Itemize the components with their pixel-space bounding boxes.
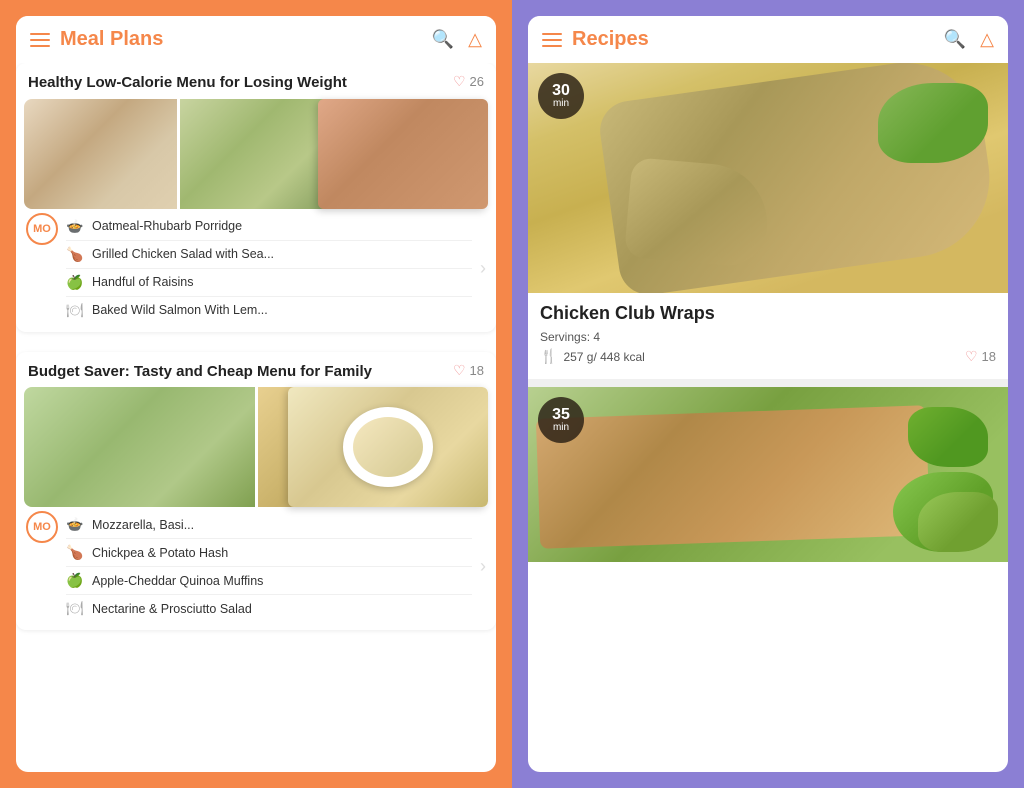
meal-item-2-2: 🍗 Chickpea & Potato Hash xyxy=(66,539,472,567)
meal-plan-1-list-row: MO 🍲 Oatmeal-Rhubarb Porridge 🍗 Grilled … xyxy=(16,209,496,332)
meal-plan-2-images xyxy=(24,387,488,507)
search-icon[interactable]: 🔍 xyxy=(432,29,454,50)
recipe-1-meta-row: 🍴 257 g/ 448 kcal ♡ 18 xyxy=(540,348,996,365)
meal-item-1-4: 🍽 Baked Wild Salmon With Lem... xyxy=(66,297,472,324)
recipes-title: Recipes xyxy=(572,28,944,51)
right-panel: Recipes 🔍 △ 30 min xyxy=(512,0,1024,788)
bowl-icon-2: 🍲 xyxy=(66,516,84,533)
heart-icon-1: ♡ xyxy=(453,73,466,90)
recipe-1-time-overlay: 30 min xyxy=(538,73,584,119)
recipe-1-stats: 🍴 257 g/ 448 kcal xyxy=(540,348,645,365)
meal-plan-2-list-row: MO 🍲 Mozzarella, Basi... 🍗 Chickpea & Po… xyxy=(16,507,496,630)
recipes-app-card: Recipes 🔍 △ 30 min xyxy=(528,16,1008,772)
meal-plans-app-card: Meal Plans 🔍 △ Healthy Low-Calorie Menu … xyxy=(16,16,496,772)
meal-plan-1-images xyxy=(24,99,488,209)
hamburger-menu-icon[interactable] xyxy=(30,33,50,47)
recipe-card-1[interactable]: 30 min 30 min Chicken Club Wraps xyxy=(528,63,1008,375)
recipes-search-icon[interactable]: 🔍 xyxy=(944,29,966,50)
recipe-1-title: Chicken Club Wraps xyxy=(540,303,996,324)
header-action-icons: 🔍 △ xyxy=(432,29,482,50)
chicken-food-image: 35 min xyxy=(528,387,1008,562)
heart-icon-2: ♡ xyxy=(453,362,466,379)
meal-plan-1-likes: ♡ 26 xyxy=(453,73,484,90)
fish-icon-1: 🍽 xyxy=(66,302,84,319)
meal-plan-2-title: Budget Saver: Tasty and Cheap Menu for F… xyxy=(28,362,453,382)
recipe-1-like: ♡ 18 xyxy=(965,348,996,365)
meal-plan-2-header: Budget Saver: Tasty and Cheap Menu for F… xyxy=(16,352,496,388)
day-badge-2: MO xyxy=(26,511,58,543)
chevron-right-icon-2: › xyxy=(480,556,486,577)
overlap-image-1 xyxy=(318,99,488,209)
meal-plan-card-2[interactable]: Budget Saver: Tasty and Cheap Menu for F… xyxy=(16,352,496,631)
sandwich-image xyxy=(180,99,333,209)
chicken-icon-1: 🍗 xyxy=(66,246,84,263)
meal-plan-1-items: 🍲 Oatmeal-Rhubarb Porridge 🍗 Grilled Chi… xyxy=(66,213,472,324)
meal-plan-1-title: Healthy Low-Calorie Menu for Losing Weig… xyxy=(28,73,453,93)
meal-plan-2-items: 🍲 Mozzarella, Basi... 🍗 Chickpea & Potat… xyxy=(66,511,472,622)
recipes-header: Recipes 🔍 △ xyxy=(528,16,1008,63)
recipes-filter-icon[interactable]: △ xyxy=(980,29,994,50)
recipe-1-heart-icon: ♡ xyxy=(965,348,978,365)
apple-icon-1: 🍏 xyxy=(66,274,84,291)
meal-plans-scroll: Healthy Low-Calorie Menu for Losing Weig… xyxy=(16,63,496,772)
day-badge-1: MO xyxy=(26,213,58,245)
filter-icon[interactable]: △ xyxy=(468,29,482,50)
left-panel: Meal Plans 🔍 △ Healthy Low-Calorie Menu … xyxy=(0,0,512,788)
oatmeal-image xyxy=(24,99,177,209)
recipes-hamburger-icon[interactable] xyxy=(542,33,562,47)
recipe-1-info: Chicken Club Wraps Servings: 4 🍴 257 g/ … xyxy=(528,293,1008,375)
recipe-card-2[interactable]: 35 min xyxy=(528,387,1008,562)
recipe-2-time-badge: 35 min xyxy=(538,397,584,443)
chevron-right-icon-1: › xyxy=(480,258,486,279)
meal-plans-title: Meal Plans xyxy=(60,28,432,51)
salad-image xyxy=(24,387,255,507)
apple-icon-2: 🍏 xyxy=(66,572,84,589)
meal-plans-header: Meal Plans 🔍 △ xyxy=(16,16,496,63)
recipe-divider xyxy=(528,379,1008,387)
meal-item-2-1: 🍲 Mozzarella, Basi... xyxy=(66,511,472,539)
meal-plan-card-1[interactable]: Healthy Low-Calorie Menu for Losing Weig… xyxy=(16,63,496,332)
chicken-icon-2: 🍗 xyxy=(66,544,84,561)
recipe-1-servings: Servings: 4 xyxy=(540,330,996,344)
wrap-food-image: 30 min 30 min xyxy=(528,63,1008,293)
meal-item-1-1: 🍲 Oatmeal-Rhubarb Porridge xyxy=(66,213,472,241)
meal-item-1-3: 🍏 Handful of Raisins xyxy=(66,269,472,297)
recipes-scroll: 30 min 30 min Chicken Club Wraps xyxy=(528,63,1008,772)
meal-item-2-3: 🍏 Apple-Cheddar Quinoa Muffins xyxy=(66,567,472,595)
fork-icon-1: 🍴 xyxy=(540,348,557,365)
meal-plan-1-header: Healthy Low-Calorie Menu for Losing Weig… xyxy=(16,63,496,99)
meal-plan-2-likes: ♡ 18 xyxy=(453,362,484,379)
fish-icon-2: 🍽 xyxy=(66,600,84,617)
bowl-icon-1: 🍲 xyxy=(66,218,84,235)
overlap-image-2 xyxy=(288,387,488,507)
recipes-header-icons: 🔍 △ xyxy=(944,29,994,50)
meal-item-1-2: 🍗 Grilled Chicken Salad with Sea... xyxy=(66,241,472,269)
meal-item-2-4: 🍽 Nectarine & Prosciutto Salad xyxy=(66,595,472,622)
